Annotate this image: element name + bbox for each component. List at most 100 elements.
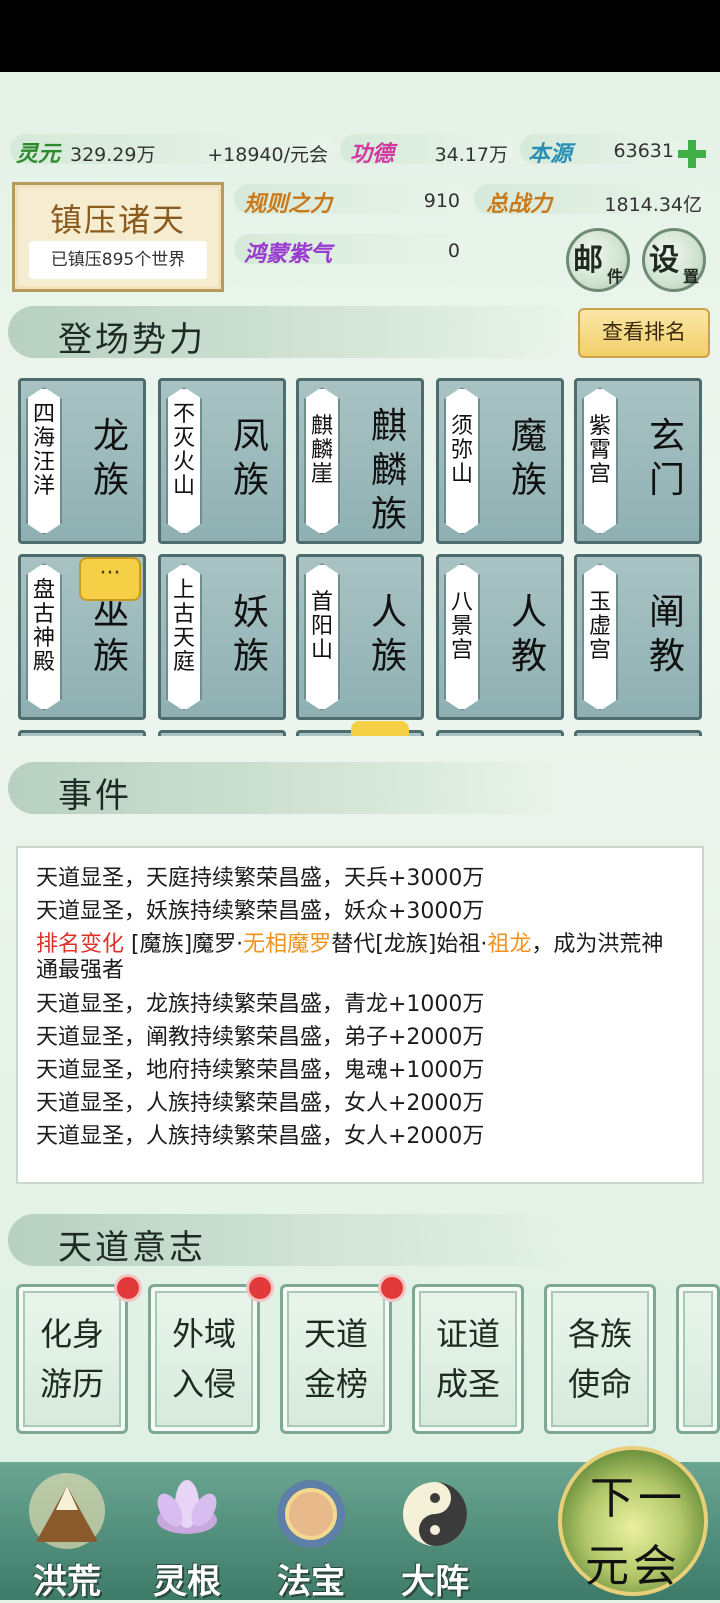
tiandao-card-invasion[interactable]: 外域 入侵 <box>148 1284 260 1434</box>
faction-card[interactable]: 首阳山 人族 <box>296 554 424 720</box>
zhenya-title: 镇压诸天 <box>49 201 186 239</box>
faction-place: 四海汪洋 <box>32 402 55 499</box>
faction-place: 紫霄宫 <box>588 414 611 487</box>
nav-dazhen[interactable]: 大阵 <box>376 1470 494 1602</box>
event-text: [魔族]魔罗· <box>124 932 244 957</box>
nav-label: 法宝 <box>277 1562 345 1602</box>
nav-label: 灵根 <box>153 1562 221 1602</box>
faction-card[interactable]: 盘古神殿 巫族 ··· <box>18 554 146 720</box>
card-label: 金榜 <box>303 1365 368 1403</box>
card-label: 游历 <box>39 1365 104 1403</box>
faction-place: 盘古神殿 <box>32 578 55 675</box>
faction-card[interactable] <box>296 721 424 736</box>
nav-label: 大阵 <box>401 1562 469 1602</box>
settings-button[interactable]: 设 置 <box>642 228 706 292</box>
faction-name: 麒麟族 <box>370 406 407 535</box>
chat-bubble-icon[interactable] <box>351 721 409 736</box>
faction-card[interactable]: 不灭火山 凤族 <box>158 378 286 544</box>
faction-name: 人族 <box>370 592 407 677</box>
event-line: 天道显圣，阐教持续繁荣昌盛，弟子+2000万 <box>36 1025 485 1050</box>
faction-card[interactable]: 上古天庭 妖族 <box>158 554 286 720</box>
event-line: 排名变化 [魔族]魔罗·无相魔罗替代[龙族]始祖·祖龙，成为洪荒神通最强者 <box>36 932 684 984</box>
next-era-button[interactable]: 下一 元会 <box>558 1446 708 1596</box>
next-era-label: 元会 <box>585 1541 681 1592</box>
faction-card[interactable]: 八景宫 人教 <box>436 554 564 720</box>
faction-name: 凤族 <box>232 416 269 501</box>
card-label: 入侵 <box>171 1365 236 1403</box>
add-benyuan-icon[interactable] <box>676 138 708 170</box>
faction-place: 须弥山 <box>450 414 473 487</box>
event-line: 天道显圣，人族持续繁荣昌盛，女人+2000万 <box>36 1091 485 1116</box>
faction-place: 上古天庭 <box>172 578 195 675</box>
guize-label: 规则之力 <box>244 191 333 217</box>
faction-place: 八景宫 <box>450 590 473 663</box>
event-line: 天道显圣，妖族持续繁荣昌盛，妖众+3000万 <box>36 899 485 924</box>
faction-card[interactable] <box>18 730 146 736</box>
tiandao-card-avatar-travel[interactable]: 化身 游历 <box>16 1284 128 1434</box>
faction-card[interactable]: 四海汪洋 龙族 <box>18 378 146 544</box>
benyuan-value: 63631 <box>613 140 674 162</box>
tiandao-card-sainthood[interactable]: 证道 成圣 <box>412 1284 524 1434</box>
faction-card[interactable]: 麒麟崖 麒麟族 <box>296 378 424 544</box>
zongzhanli-value: 1814.34亿 <box>604 194 702 216</box>
gongde-label: 功德 <box>350 141 395 167</box>
event-highlight: 无相魔罗 <box>243 932 332 957</box>
zhenya-count: 已镇压895个世界 <box>29 241 207 279</box>
events-header: 事件 <box>8 762 568 816</box>
notification-dot <box>246 1274 274 1302</box>
faction-name: 魔族 <box>510 416 547 501</box>
tiandao-card-golden-list[interactable]: 天道 金榜 <box>280 1284 392 1434</box>
faction-place: 麒麟崖 <box>310 414 333 487</box>
card-label: 成圣 <box>435 1365 500 1403</box>
event-line: 天道显圣，天庭持续繁荣昌盛，天兵+3000万 <box>36 866 485 891</box>
faction-name: 巫族 <box>92 592 129 677</box>
card-label: 各族 <box>567 1315 632 1353</box>
nav-linggen[interactable]: 灵根 <box>128 1470 246 1602</box>
faction-card[interactable] <box>436 730 564 736</box>
mail-button[interactable]: 邮 件 <box>566 228 630 292</box>
guize-value: 910 <box>423 190 460 212</box>
faction-card[interactable] <box>574 730 702 736</box>
tiandao-header: 天道意志 <box>8 1214 568 1268</box>
card-label: 使命 <box>567 1365 632 1403</box>
nav-honghuang[interactable]: 洪荒 <box>8 1470 126 1602</box>
settings-label: 置 <box>682 267 699 286</box>
factions-title: 登场势力 <box>58 320 206 360</box>
benyuan-label: 本源 <box>528 141 573 167</box>
next-era-label: 下一 <box>590 1473 686 1524</box>
card-label: 化身 <box>39 1315 104 1353</box>
faction-place: 首阳山 <box>310 590 333 663</box>
zhenya-panel[interactable]: 镇压诸天 已镇压895个世界 <box>12 182 224 292</box>
event-highlight: 祖龙 <box>487 932 532 957</box>
faction-name: 玄门 <box>648 416 685 501</box>
lingyuan-value: 329.29万 <box>70 144 156 166</box>
chat-bubble-icon[interactable]: ··· <box>79 557 141 601</box>
faction-place: 不灭火山 <box>172 402 195 499</box>
treasure-orb-icon <box>270 1470 352 1552</box>
event-line: 天道显圣，地府持续繁荣昌盛，鬼魂+1000万 <box>36 1058 485 1083</box>
faction-name: 龙族 <box>92 416 129 501</box>
tiandao-card-partial[interactable] <box>676 1284 720 1434</box>
tiandao-card-clan-mission[interactable]: 各族 使命 <box>544 1284 656 1434</box>
yinyang-icon <box>394 1470 476 1552</box>
faction-card[interactable] <box>158 730 286 736</box>
mountain-icon <box>26 1470 108 1552</box>
events-title: 事件 <box>58 776 132 816</box>
faction-grid[interactable]: 四海汪洋 龙族 不灭火山 凤族 麒麟崖 麒麟族 须弥山 魔族 紫霄宫 玄门 盘古… <box>12 374 712 736</box>
faction-name: 妖族 <box>232 592 269 677</box>
event-log[interactable]: 天道显圣，天庭持续繁荣昌盛，天兵+3000万 天道显圣，妖族持续繁荣昌盛，妖众+… <box>16 846 704 1184</box>
faction-card[interactable]: 须弥山 魔族 <box>436 378 564 544</box>
faction-card[interactable]: 玉虚宫 阐教 <box>574 554 702 720</box>
event-text: 替代[龙族]始祖· <box>331 932 488 957</box>
faction-card[interactable]: 紫霄宫 玄门 <box>574 378 702 544</box>
faction-place: 玉虚宫 <box>588 590 611 663</box>
lingyuan-rate: +18940/元会 <box>207 144 328 166</box>
event-line: 天道显圣，人族持续繁荣昌盛，女人+2000万 <box>36 1124 485 1149</box>
notification-dot <box>114 1274 142 1302</box>
nav-label: 洪荒 <box>33 1562 101 1602</box>
view-ranking-button[interactable]: 查看排名 <box>578 308 710 358</box>
card-label: 天道 <box>303 1315 368 1353</box>
notification-dot <box>378 1274 406 1302</box>
hongmeng-value: 0 <box>447 240 460 262</box>
nav-fabao[interactable]: 法宝 <box>252 1470 370 1602</box>
